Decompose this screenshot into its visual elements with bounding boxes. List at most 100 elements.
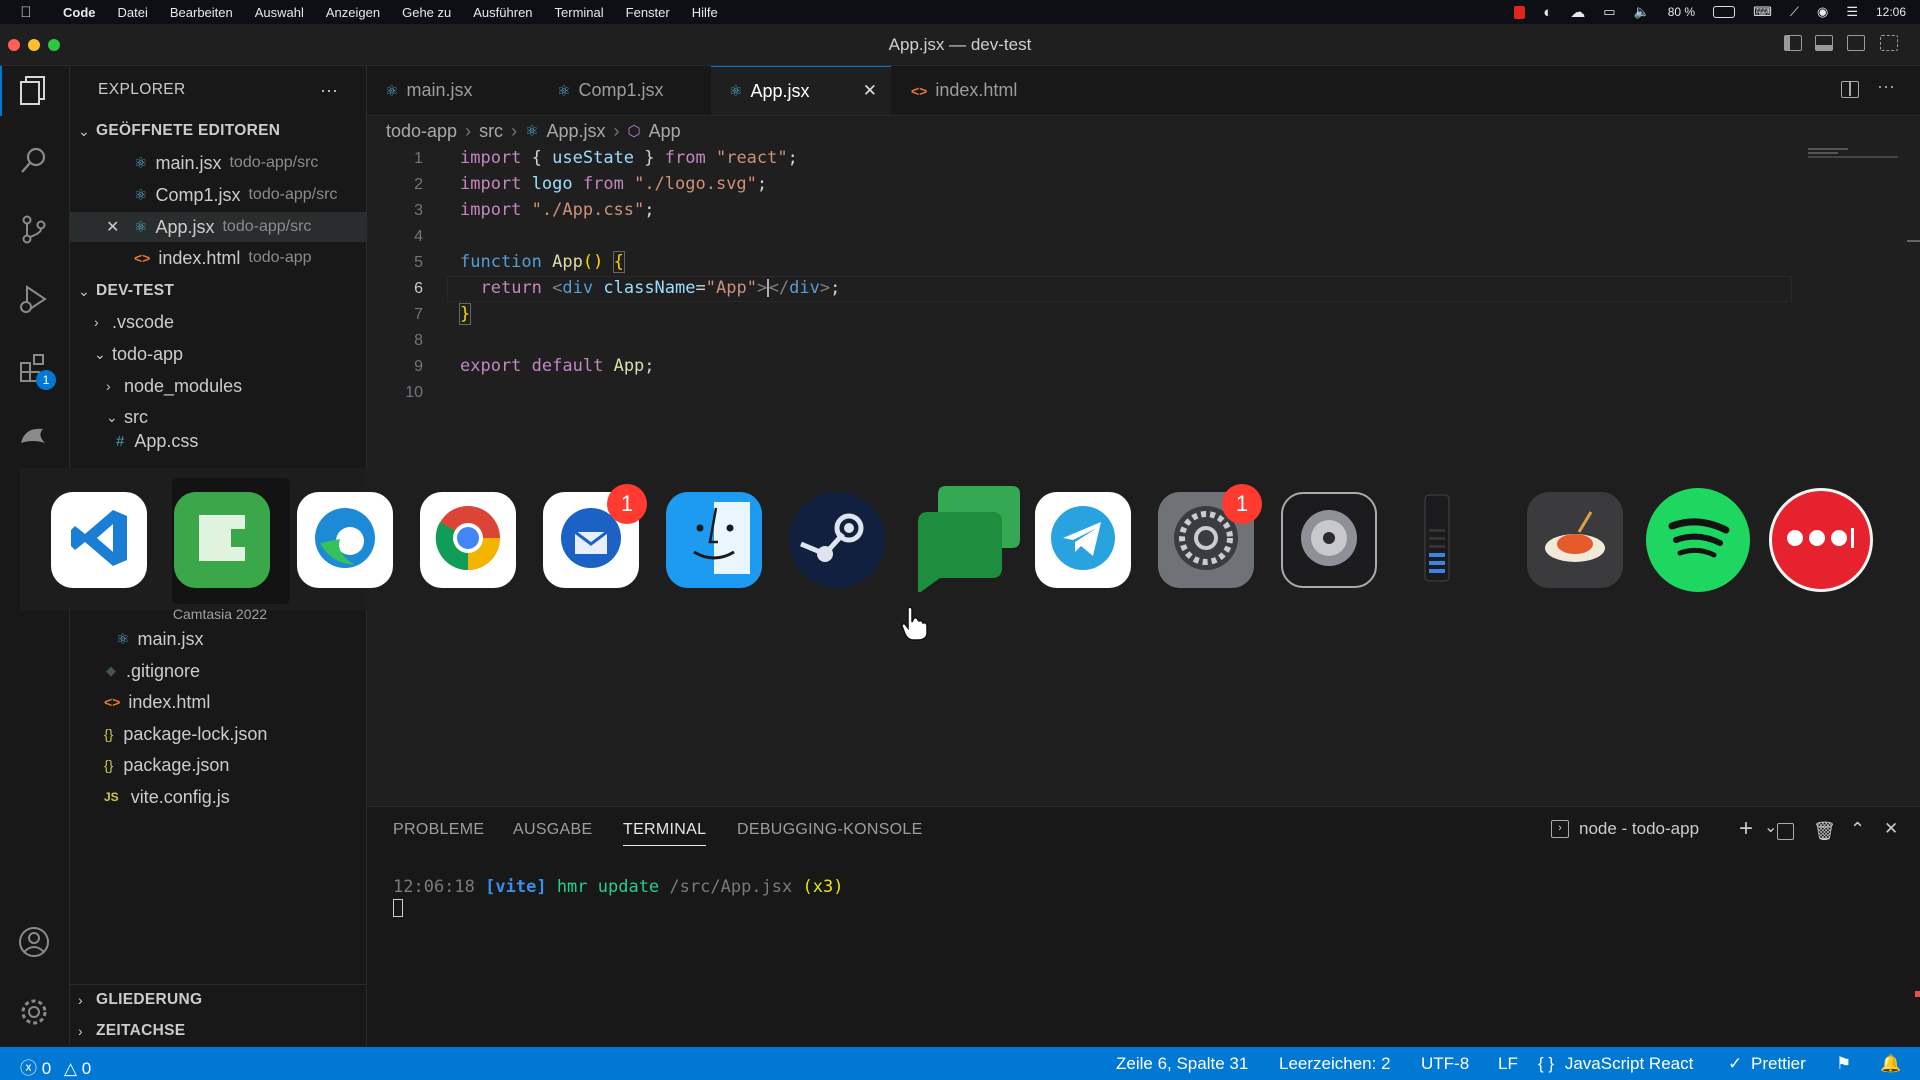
toggle-panel-icon[interactable] (1815, 35, 1833, 51)
recording-icon[interactable] (1514, 5, 1526, 19)
dock-app-vscode[interactable] (51, 492, 147, 588)
panel-tab-output[interactable]: AUSGABE (513, 821, 592, 839)
terminal-cursor[interactable] (393, 899, 403, 917)
workspace-header[interactable]: ⌄ DEV-TEST (70, 276, 374, 306)
dock-app-finder[interactable] (666, 492, 762, 588)
tab-app-jsx[interactable]: ⚛ App.jsx ✕ (711, 66, 891, 115)
battery-icon[interactable] (1713, 6, 1736, 18)
customize-layout-icon[interactable] (1880, 35, 1898, 51)
toggle-primary-sidebar-icon[interactable] (1784, 35, 1802, 51)
dock-app-steam[interactable] (789, 492, 885, 588)
close-editor-icon[interactable]: ✕ (106, 217, 134, 237)
minimap[interactable] (1808, 146, 1908, 166)
wifi-off-icon[interactable]: ⟋ (1790, 4, 1799, 20)
run-debug-icon[interactable] (14, 279, 54, 319)
source-control-icon[interactable] (14, 209, 54, 249)
dock-app-camtasia[interactable] (174, 492, 270, 588)
dock-app-spotify[interactable] (1646, 488, 1750, 592)
maximize-panel-chevron-up-icon[interactable]: ⌃ (1850, 819, 1865, 840)
dock-app-thunderbird[interactable]: 1 (543, 484, 647, 588)
notifications-bell-icon[interactable]: 🔔 (1880, 1054, 1901, 1074)
dock-app-audio-meter[interactable] (1415, 492, 1459, 588)
breadcrumb-item[interactable]: todo-app (386, 121, 457, 142)
problems-indicator[interactable]: ⓧ 0 △ 0 (20, 1054, 91, 1079)
dock-app-logic-pro[interactable] (1281, 492, 1377, 588)
dock-app-system-settings[interactable]: 1 (1158, 484, 1262, 588)
cursor-position[interactable]: Zeile 6, Spalte 31 (1116, 1054, 1248, 1074)
encoding[interactable]: UTF-8 (1421, 1054, 1469, 1074)
end-of-line[interactable]: LF (1498, 1054, 1518, 1074)
volume-icon[interactable]: 🔈 (1634, 4, 1650, 20)
menu-bearbeiten[interactable]: Bearbeiten (159, 5, 244, 20)
breadcrumb-item[interactable]: src (479, 121, 503, 142)
split-terminal-icon[interactable] (1777, 823, 1794, 840)
menu-hilfe[interactable]: Hilfe (681, 5, 729, 20)
open-editors-header[interactable]: ⌄ GEÖFFNETE EDITOREN (70, 116, 374, 146)
tab-main-jsx[interactable]: ⚛ main.jsx (367, 66, 537, 115)
language-mode[interactable]: { } JavaScript React (1538, 1054, 1693, 1074)
creative-cloud-icon[interactable]: ◐ (1543, 4, 1552, 21)
panel-tab-problems[interactable]: PROBLEME (393, 821, 484, 839)
apple-icon[interactable]:  (0, 4, 52, 21)
tree-folder-vscode[interactable]: › .vscode (70, 307, 390, 337)
control-center-icon[interactable]: ☰ (1846, 4, 1858, 20)
panel-tab-terminal[interactable]: TERMINAL (623, 821, 707, 846)
dock-app-chrome[interactable] (420, 492, 516, 588)
new-terminal-plus-icon[interactable]: + (1739, 815, 1753, 843)
remote-explorer-icon[interactable] (14, 418, 54, 458)
tree-folder-node-modules[interactable]: › node_modules (70, 371, 402, 401)
tree-file-app-css[interactable]: # App.css (70, 431, 412, 451)
editor-scrollbar[interactable] (1907, 146, 1920, 806)
toggle-secondary-sidebar-icon[interactable] (1847, 35, 1865, 51)
settings-gear-icon[interactable] (14, 992, 54, 1032)
outline-header[interactable]: › GLIEDERUNG (70, 984, 374, 1015)
timeline-header[interactable]: › ZEITACHSE (70, 1016, 374, 1046)
dock-app-telegram[interactable] (1035, 492, 1131, 588)
tab-close-icon[interactable]: ✕ (863, 81, 877, 101)
search-icon[interactable] (14, 140, 54, 180)
tab-index-html[interactable]: <> index.html (893, 66, 1053, 115)
tree-file-package-json[interactable]: {} package.json (70, 750, 400, 780)
tab-comp1-jsx[interactable]: ⚛ Comp1.jsx (539, 66, 709, 115)
menu-auswahl[interactable]: Auswahl (244, 5, 315, 20)
display-icon[interactable]: ▭ (1603, 4, 1615, 20)
cloud-icon[interactable]: ☁ (1570, 3, 1585, 21)
dock-app-pasta[interactable] (1527, 492, 1623, 588)
explorer-more-icon[interactable]: ··· (320, 80, 338, 101)
menu-anzeigen[interactable]: Anzeigen (315, 5, 391, 20)
editor-more-icon[interactable]: ··· (1877, 76, 1895, 97)
tree-file-vite-config[interactable]: JS vite.config.js (70, 782, 400, 812)
dock-app-ellipsis[interactable] (1769, 488, 1873, 592)
menu-terminal[interactable]: Terminal (544, 5, 615, 20)
tree-file-main-jsx[interactable]: ⚛ main.jsx (70, 624, 412, 654)
menu-ausfuehren[interactable]: Ausführen (462, 5, 543, 20)
split-editor-icon[interactable] (1841, 81, 1859, 98)
tree-file-gitignore[interactable]: ◆ .gitignore (70, 656, 402, 686)
open-editor-item-active[interactable]: ✕ ⚛ App.jsx todo-app/src (70, 212, 402, 242)
trash-icon[interactable]: 🗑 (1813, 821, 1836, 842)
prettier-status[interactable]: ✓ Prettier (1728, 1054, 1806, 1074)
menu-gehe-zu[interactable]: Gehe zu (391, 5, 462, 20)
breadcrumb-item[interactable]: App.jsx (547, 121, 606, 142)
feedback-icon[interactable]: ⚑ (1836, 1054, 1851, 1074)
tree-file-index-html[interactable]: <> index.html (70, 687, 400, 717)
extensions-icon[interactable]: 1 (14, 348, 56, 390)
panel-tab-debug-console[interactable]: DEBUGGING-KONSOLE (737, 821, 923, 839)
breadcrumb-item[interactable]: App (649, 121, 681, 142)
menu-fenster[interactable]: Fenster (615, 5, 681, 20)
tree-file-package-lock[interactable]: {} package-lock.json (70, 719, 400, 749)
menu-app-code[interactable]: Code (52, 5, 107, 20)
menu-datei[interactable]: Datei (107, 5, 159, 20)
indentation[interactable]: Leerzeichen: 2 (1279, 1054, 1391, 1074)
dock-app-google-chat[interactable] (912, 484, 1022, 594)
close-panel-icon[interactable]: ✕ (1884, 819, 1898, 839)
explorer-icon[interactable] (14, 70, 54, 110)
playback-icon[interactable]: ◉ (1817, 4, 1828, 20)
tree-folder-src[interactable]: ⌄ src (70, 402, 402, 432)
terminal-instance-name[interactable]: node - todo-app (1579, 819, 1699, 839)
accounts-icon[interactable] (14, 922, 54, 962)
keyboard-icon[interactable]: ⌨ (1753, 4, 1772, 20)
tree-folder-todo-app[interactable]: ⌄ todo-app (70, 339, 390, 369)
dock-app-edge[interactable] (297, 492, 393, 588)
chevron-down-icon[interactable]: ⌄ (1764, 817, 1777, 837)
